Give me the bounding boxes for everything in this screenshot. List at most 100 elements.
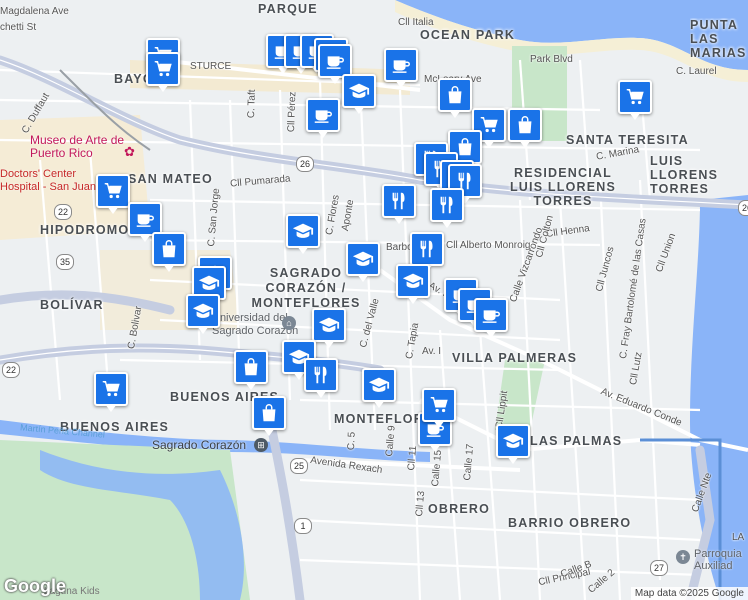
marker-cup-pin[interactable] xyxy=(128,202,162,242)
district-label: BOLÍVAR xyxy=(40,298,104,312)
cup-icon xyxy=(136,214,154,227)
museum-label[interactable]: Museo de Arte de Puerto Rico xyxy=(30,134,138,160)
marker-cap-pin[interactable] xyxy=(396,264,430,304)
highway-26-shield-east: 26 xyxy=(738,200,748,216)
street-label: chetti St xyxy=(0,22,37,33)
highway-26-shield: 26 xyxy=(296,156,314,172)
district-label: HIPODROMO xyxy=(40,223,130,237)
marker-cart-pin[interactable] xyxy=(146,52,180,92)
bag-icon xyxy=(162,240,176,258)
street-label: STURCE xyxy=(190,61,232,72)
fork-icon xyxy=(440,196,453,214)
highway-22-shield: 22 xyxy=(54,204,72,220)
marker-cart-pin[interactable] xyxy=(618,80,652,120)
marker-cap-pin[interactable] xyxy=(342,74,376,114)
highway-22-shield-west: 22 xyxy=(2,362,20,378)
marker-cart-pin[interactable] xyxy=(422,388,456,428)
marker-cap-pin[interactable] xyxy=(312,308,346,348)
university-icon: ⌂ xyxy=(282,316,296,330)
cart-icon xyxy=(154,60,172,77)
highway-1-shield: 1 xyxy=(294,518,312,534)
bag-icon xyxy=(518,116,532,134)
street-label: Cll Alberto Monroig xyxy=(446,240,531,251)
marker-cap-pin[interactable] xyxy=(496,424,530,464)
bag-icon xyxy=(262,404,276,422)
cart-icon xyxy=(430,396,448,413)
marker-bag-pin[interactable] xyxy=(508,108,542,148)
marker-bag-pin[interactable] xyxy=(234,350,268,390)
bag-icon xyxy=(448,86,462,104)
marker-bag-pin[interactable] xyxy=(438,78,472,118)
marker-fork-pin[interactable] xyxy=(410,232,444,272)
highway-25-shield: 25 xyxy=(290,458,308,474)
highway-27-shield: 27 xyxy=(650,560,668,576)
district-label: PUNTA LAS MARIAS xyxy=(690,18,747,60)
marker-cap-pin[interactable] xyxy=(186,294,220,334)
district-label: OBRERO xyxy=(428,502,491,516)
cap-icon xyxy=(292,223,314,238)
cup-icon xyxy=(326,56,344,69)
district-label: VILLA PALMERAS xyxy=(452,351,578,365)
street-label: C. Taft xyxy=(246,89,258,119)
street-label: C. Laurel xyxy=(676,66,717,77)
highway-35-shield: 35 xyxy=(56,254,74,270)
bag-icon xyxy=(244,358,258,376)
district-label: RESIDENCIAL LUIS LLORENS TORRES xyxy=(509,166,617,208)
cap-icon xyxy=(402,273,424,288)
marker-cap-pin[interactable] xyxy=(286,214,320,254)
cup-icon xyxy=(482,310,500,323)
district-label: SAN MATEO xyxy=(128,172,213,186)
marker-cap-pin[interactable] xyxy=(346,242,380,282)
museum-icon: ✿ xyxy=(124,144,135,159)
marker-cart-pin[interactable] xyxy=(96,174,130,214)
map-attribution[interactable]: Map data ©2025 Google xyxy=(630,587,748,600)
marker-bag-pin[interactable] xyxy=(152,232,186,272)
cap-icon xyxy=(352,251,374,266)
street-label: Av. I xyxy=(422,346,442,357)
marker-bag-pin[interactable] xyxy=(252,396,286,436)
train-station-icon: ⊞ xyxy=(254,438,268,452)
street-label: C. 5 xyxy=(346,431,358,451)
cap-icon xyxy=(198,275,220,290)
church-label[interactable]: Parroquia Auxiliad xyxy=(694,548,748,572)
station-label[interactable]: Sagrado Corazón xyxy=(152,438,246,452)
cap-icon xyxy=(368,377,390,392)
district-label: PARQUE xyxy=(258,2,318,16)
fork-icon xyxy=(314,366,327,384)
street-label: Cll Italia xyxy=(398,17,434,28)
google-logo: Google xyxy=(4,576,66,596)
cart-icon xyxy=(626,88,644,105)
marker-cup-pin[interactable] xyxy=(474,298,508,338)
district-label: SANTA TERESITA xyxy=(566,133,689,147)
cart-icon xyxy=(104,182,122,199)
district-label: BARRIO OBRERO xyxy=(508,516,632,530)
street-label: Park Blvd xyxy=(530,54,573,65)
church-icon: ✝ xyxy=(676,550,690,564)
marker-cup-pin[interactable] xyxy=(306,98,340,138)
street-label: Cll 11 xyxy=(406,445,420,471)
marker-cart-pin[interactable] xyxy=(94,372,128,412)
cup-icon xyxy=(314,110,332,123)
hospital-label[interactable]: Doctors' Center Hospital - San Juan xyxy=(0,168,96,194)
cap-icon xyxy=(502,433,524,448)
district-label: OCEAN PARK xyxy=(420,28,516,42)
marker-fork-pin[interactable] xyxy=(430,188,464,228)
fork-icon xyxy=(420,240,433,258)
street-label: Magdalena Ave xyxy=(0,6,69,17)
street-label: LA xyxy=(732,532,745,543)
marker-cap-pin[interactable] xyxy=(362,368,396,408)
marker-cup-pin[interactable] xyxy=(318,44,352,84)
cart-icon xyxy=(102,380,120,397)
fork-icon xyxy=(392,192,405,210)
street-label: Cll Pérez xyxy=(286,91,299,133)
district-label: LUIS LLORENS TORRES xyxy=(650,154,719,196)
district-label: LAS PALMAS xyxy=(530,434,623,448)
cap-icon xyxy=(192,303,214,318)
marker-fork-pin[interactable] xyxy=(304,358,338,398)
cap-icon xyxy=(348,83,370,98)
marker-fork-pin[interactable] xyxy=(382,184,416,224)
marker-cup-pin[interactable] xyxy=(384,48,418,88)
street-label: Cll 13 xyxy=(414,490,428,517)
cup-icon xyxy=(392,60,410,73)
cap-icon xyxy=(318,317,340,332)
